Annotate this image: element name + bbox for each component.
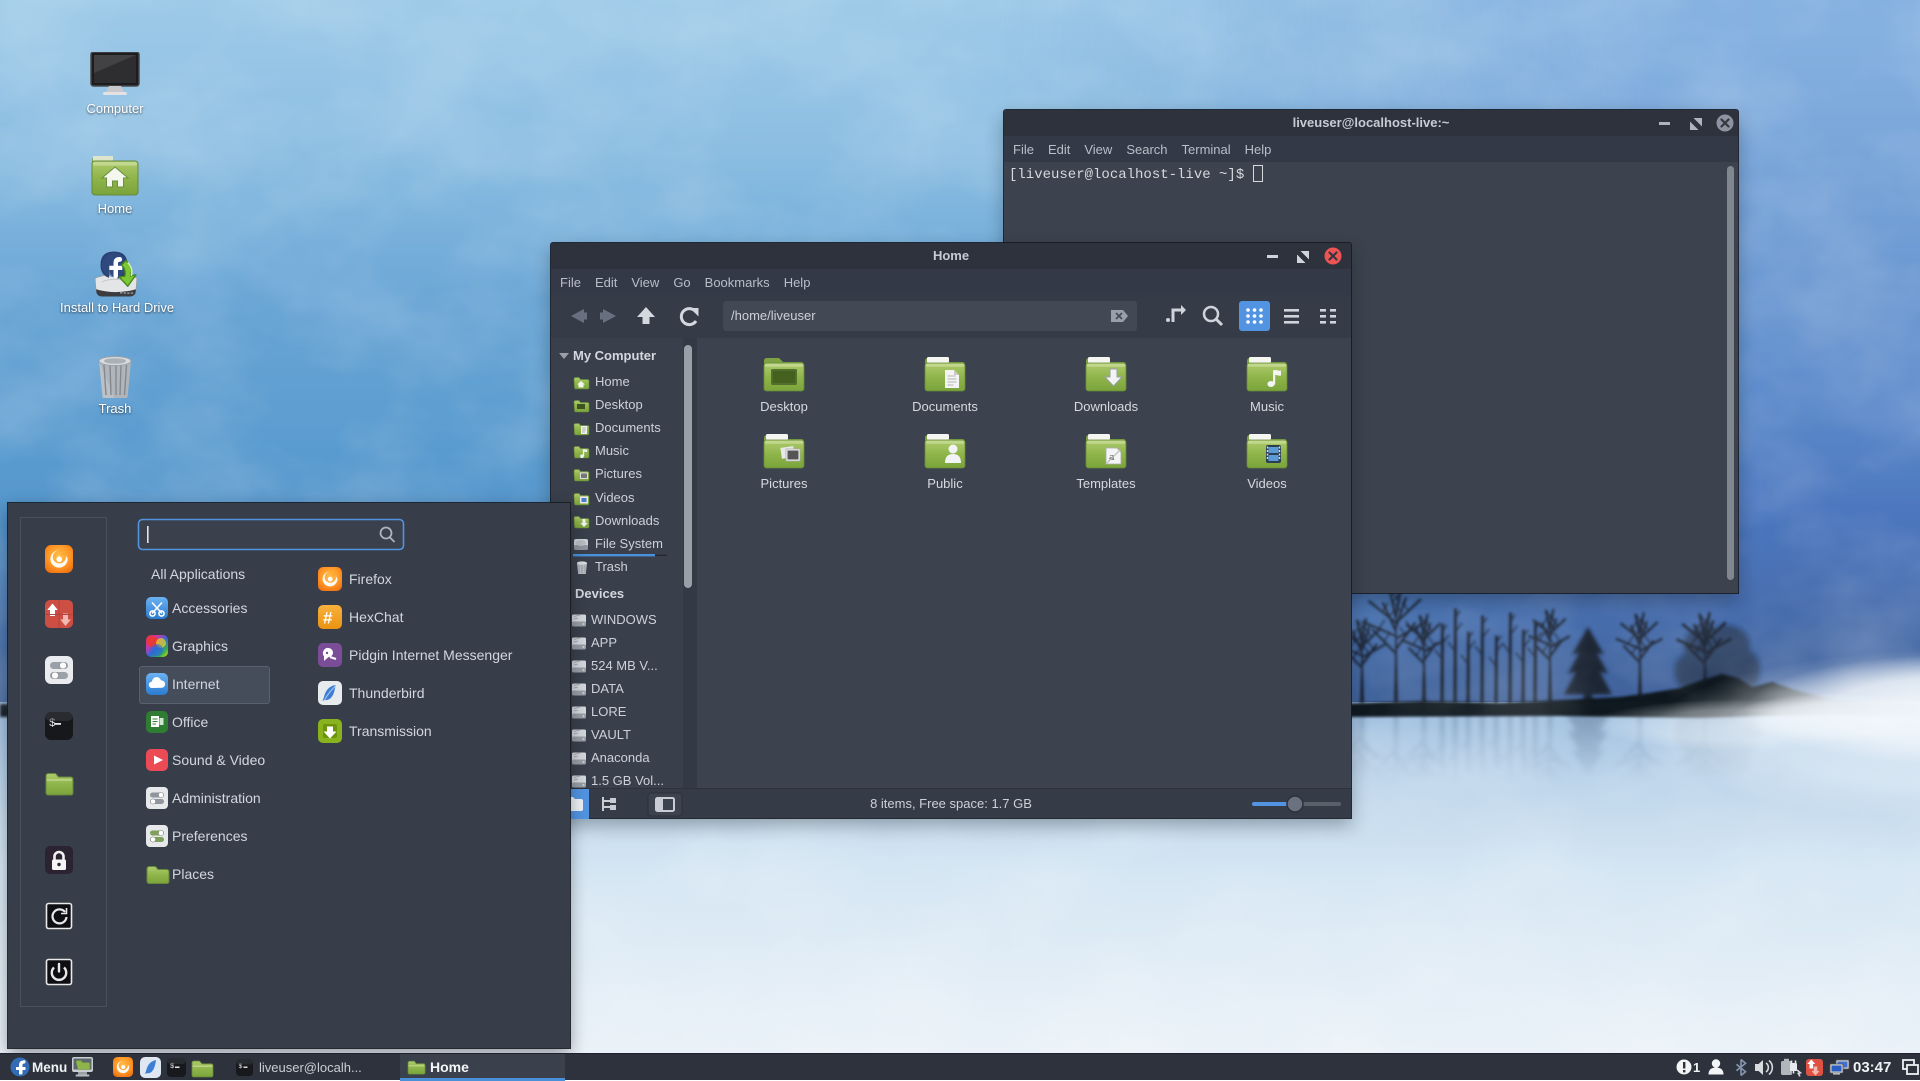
svg-text:1: 1 — [1693, 1060, 1700, 1075]
svg-text:$: $ — [170, 1063, 174, 1071]
svg-text:a: a — [1109, 451, 1115, 463]
svg-text:#: # — [323, 609, 333, 628]
